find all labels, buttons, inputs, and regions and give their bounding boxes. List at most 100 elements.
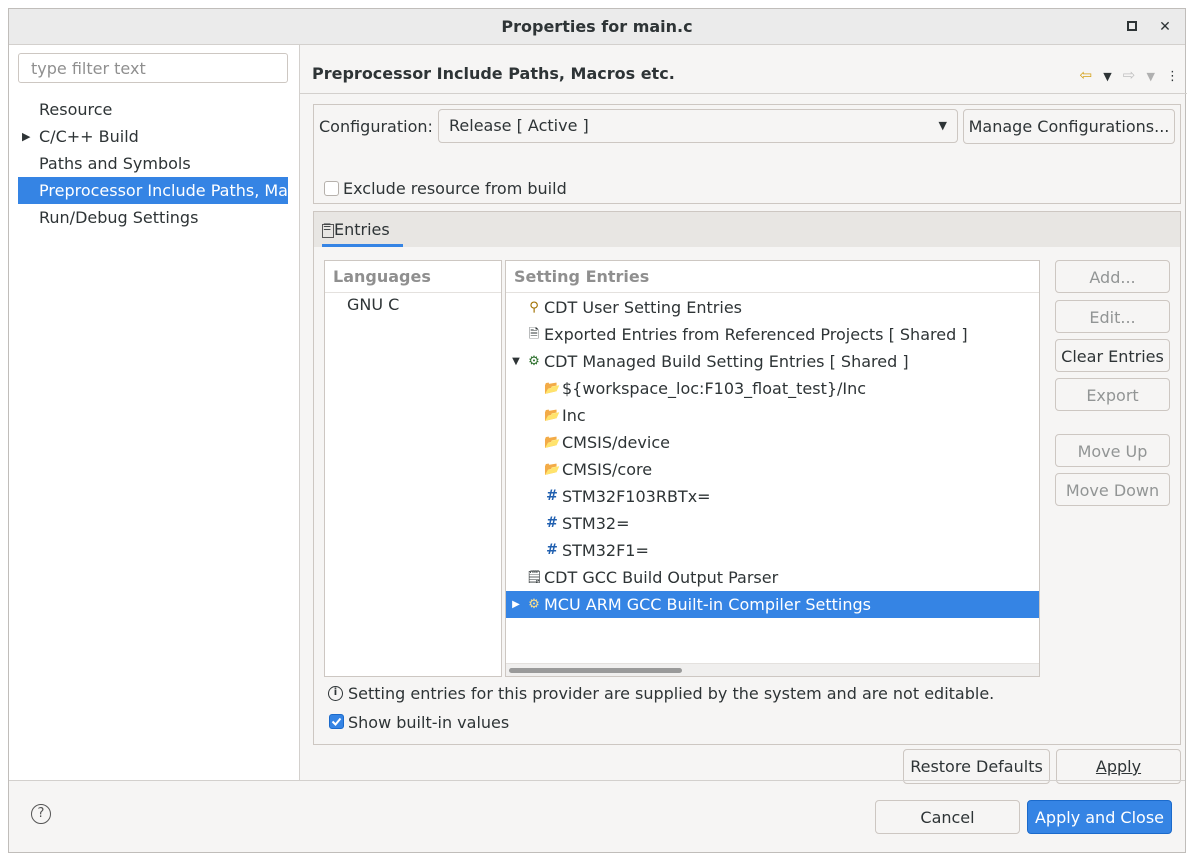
show-builtin-checkbox[interactable] <box>329 714 344 729</box>
languages-header: Languages <box>325 261 501 293</box>
expand-arrow-icon[interactable]: ▶ <box>22 123 30 150</box>
entry-include-path[interactable]: 📂 Inc <box>506 402 1039 429</box>
filter-field[interactable] <box>18 53 288 83</box>
configuration-label: Configuration: <box>319 117 433 136</box>
exclude-checkbox[interactable] <box>324 181 339 196</box>
collapsed-arrow-icon[interactable]: ▶ <box>508 591 524 618</box>
close-icon[interactable]: ✕ <box>1155 17 1175 37</box>
entry-label: CDT Managed Build Setting Entries [ Shar… <box>544 352 909 371</box>
entry-label: Exported Entries from Referenced Project… <box>544 325 968 344</box>
apply-button[interactable]: Apply <box>1056 749 1181 784</box>
window-title: Properties for main.c <box>501 17 693 36</box>
filter-input[interactable] <box>19 54 287 82</box>
move-up-button[interactable]: Move Up <box>1055 434 1170 467</box>
info-icon: i <box>328 686 343 701</box>
entry-label: STM32= <box>562 514 630 533</box>
compiler-icon: ⚙ <box>528 597 540 612</box>
entry-macro[interactable]: # STM32F103RBTx= <box>506 483 1039 510</box>
tree-item-preprocessor[interactable]: Preprocessor Include Paths, Macros etc. <box>18 177 288 204</box>
property-page: Preprocessor Include Paths, Macros etc. … <box>300 45 1187 784</box>
forward-dropdown-icon[interactable]: ▼ <box>1146 70 1154 83</box>
entry-exported[interactable]: 🗎 Exported Entries from Referenced Proje… <box>506 321 1039 348</box>
page-navigation: ⇦ ▼ ⇨ ▼ ⋮ <box>1074 65 1179 85</box>
expanded-arrow-icon[interactable]: ▼ <box>508 348 524 375</box>
tree-item-run-debug[interactable]: Run/Debug Settings <box>18 204 288 231</box>
tree-item-label: C/C++ Build <box>39 127 139 146</box>
entry-build-output-parser[interactable]: 🗒 CDT GCC Build Output Parser <box>506 564 1039 591</box>
include-folder-icon: 📂 <box>544 381 561 396</box>
entry-include-path[interactable]: 📂 CMSIS/core <box>506 456 1039 483</box>
exported-icon: 🗎 <box>528 327 540 342</box>
property-page-tree: Resource ▶ C/C++ Build Paths and Symbols… <box>9 45 300 780</box>
user-icon: ⚲ <box>529 300 539 315</box>
entry-builtin-compiler-settings[interactable]: ▶ ⚙ MCU ARM GCC Built-in Compiler Settin… <box>506 591 1039 618</box>
managed-icon: ⚙ <box>528 354 540 369</box>
scrollbar-thumb[interactable] <box>509 668 682 673</box>
setting-entries-header: Setting Entries <box>506 261 1039 293</box>
tree-item-label: Resource <box>39 100 113 119</box>
manage-configurations-button[interactable]: Manage Configurations... <box>963 109 1175 144</box>
active-tab-indicator <box>322 244 403 247</box>
back-dropdown-icon[interactable]: ▼ <box>1103 70 1111 83</box>
add-button[interactable]: Add... <box>1055 260 1170 293</box>
macro-icon: # <box>546 542 558 558</box>
entries-tab-folder: ☰ Entries Languages GNU C Setting Entries… <box>313 211 1181 745</box>
entry-include-path[interactable]: 📂 CMSIS/device <box>506 429 1039 456</box>
move-down-button[interactable]: Move Down <box>1055 473 1170 506</box>
entry-label: Inc <box>562 406 586 425</box>
properties-dialog: Properties for main.c ✕ Resource ▶ C/C++… <box>8 8 1187 853</box>
tree-item-paths-symbols[interactable]: Paths and Symbols <box>18 150 288 177</box>
entry-macro[interactable]: # STM32F1= <box>506 537 1039 564</box>
include-folder-icon: 📂 <box>544 435 561 450</box>
bottom-separator <box>9 780 1185 781</box>
tree-item-cpp-build[interactable]: ▶ C/C++ Build <box>18 123 288 150</box>
checkmark-icon <box>331 717 342 726</box>
entry-macro[interactable]: # STM32= <box>506 510 1039 537</box>
language-item-gnu-c[interactable]: GNU C <box>347 295 399 314</box>
entry-label: CMSIS/core <box>562 460 653 479</box>
title-separator <box>300 93 1187 94</box>
macro-icon: # <box>546 488 558 504</box>
entry-user-settings[interactable]: ⚲ CDT User Setting Entries <box>506 294 1039 321</box>
edit-button[interactable]: Edit... <box>1055 300 1170 333</box>
configuration-combo[interactable]: Release [ Active ] ▼ <box>438 109 958 143</box>
tab-entries[interactable]: ☰ Entries <box>322 212 390 247</box>
info-text: Setting entries for this provider are su… <box>348 684 995 703</box>
include-folder-icon: 📂 <box>544 462 561 477</box>
restore-defaults-button[interactable]: Restore Defaults <box>903 749 1050 784</box>
apply-and-close-button[interactable]: Apply and Close <box>1027 800 1172 834</box>
entry-include-path[interactable]: 📂 ${workspace_loc:F103_float_test}/Inc <box>506 375 1039 402</box>
configuration-group: Configuration: Release [ Active ] ▼ Mana… <box>313 104 1181 204</box>
forward-arrow-icon[interactable]: ⇨ <box>1123 66 1136 84</box>
tree-item-label: Paths and Symbols <box>39 154 191 173</box>
entry-label: CMSIS/device <box>562 433 670 452</box>
help-icon[interactable]: ? <box>31 804 51 824</box>
page-title: Preprocessor Include Paths, Macros etc. <box>312 64 675 83</box>
clear-entries-button[interactable]: Clear Entries <box>1055 339 1170 372</box>
parser-icon: 🗒 <box>526 570 543 585</box>
entry-label: CDT GCC Build Output Parser <box>544 568 779 587</box>
maximize-icon[interactable] <box>1122 17 1142 37</box>
back-arrow-icon[interactable]: ⇦ <box>1080 66 1093 84</box>
cancel-button[interactable]: Cancel <box>875 800 1020 834</box>
entries-tab-icon: ☰ <box>322 223 334 238</box>
horizontal-scrollbar[interactable] <box>506 663 1039 676</box>
entry-managed-build[interactable]: ▼ ⚙ CDT Managed Build Setting Entries [ … <box>506 348 1039 375</box>
entry-label: STM32F103RBTx= <box>562 487 711 506</box>
entry-label: MCU ARM GCC Built-in Compiler Settings <box>544 595 872 614</box>
entry-label: ${workspace_loc:F103_float_test}/Inc <box>562 379 867 398</box>
tab-strip <box>314 212 1180 247</box>
tree-item-label: Run/Debug Settings <box>39 208 199 227</box>
tree-item-resource[interactable]: Resource <box>18 96 288 123</box>
include-folder-icon: 📂 <box>544 408 561 423</box>
title-bar: Properties for main.c ✕ <box>9 9 1185 45</box>
macro-icon: # <box>546 515 558 531</box>
show-builtin-label: Show built-in values <box>348 713 510 732</box>
export-button[interactable]: Export <box>1055 378 1170 411</box>
tab-entries-label: Entries <box>334 220 390 239</box>
view-menu-icon[interactable]: ⋮ <box>1166 69 1179 84</box>
entry-label: STM32F1= <box>562 541 649 560</box>
setting-entries-tree: Setting Entries ⚲ CDT User Setting Entri… <box>505 260 1040 677</box>
chevron-down-icon: ▼ <box>938 119 947 132</box>
languages-list: Languages GNU C <box>324 260 502 677</box>
